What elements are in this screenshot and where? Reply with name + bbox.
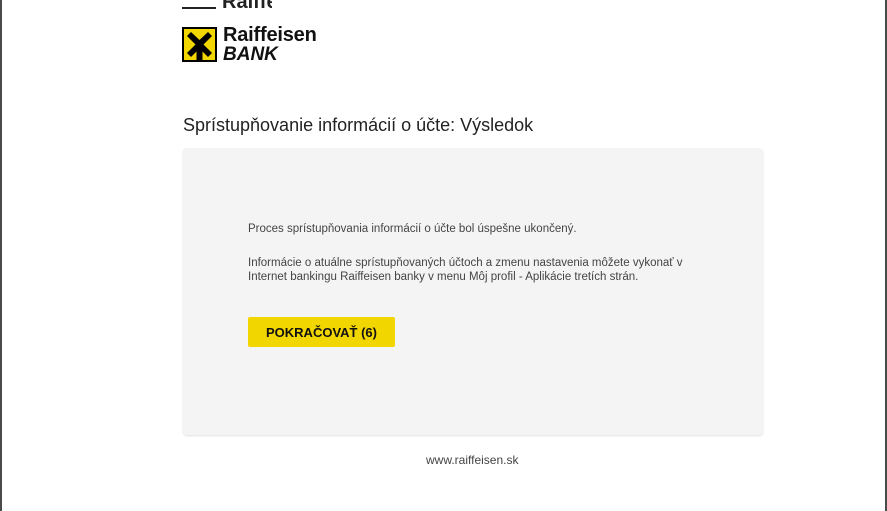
info-message: Informácie o atuálne sprístupňovaných úč… xyxy=(248,257,683,283)
logo-text-bank: BANK xyxy=(223,44,278,65)
raiffeisen-gable-cross-icon xyxy=(182,27,217,62)
window-edge-left xyxy=(0,0,2,511)
result-card: Proces sprístupňovania informácií o účte… xyxy=(183,148,763,435)
success-message: Proces sprístupňovania informácií o účte… xyxy=(248,223,577,235)
continue-button[interactable]: POKRAČOVAŤ (6) xyxy=(248,317,395,347)
cropped-logo-remnant: Raiffeisen xyxy=(182,0,272,9)
footer-website-link[interactable]: www.raiffeisen.sk xyxy=(426,453,518,467)
page-title: Sprístupňovanie informácií o účte: Výsle… xyxy=(183,115,534,135)
